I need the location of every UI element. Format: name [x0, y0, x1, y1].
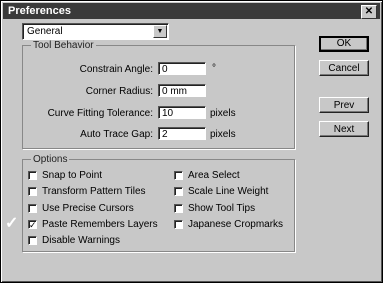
transform-pattern-tiles-label: Transform Pattern Tiles: [42, 186, 146, 197]
curve-fitting-field[interactable]: 10: [158, 106, 206, 119]
use-precise-cursors-label: Use Precise Cursors: [42, 203, 134, 214]
next-button[interactable]: Next: [319, 121, 369, 137]
scale-line-weight-option[interactable]: Scale Line Weight: [174, 186, 268, 197]
transform-pattern-tiles-option[interactable]: Transform Pattern Tiles: [28, 186, 146, 197]
area-select-option[interactable]: Area Select: [174, 170, 240, 181]
show-tool-tips-label: Show Tool Tips: [188, 203, 256, 214]
constrain-angle-field[interactable]: 0: [158, 62, 206, 75]
snap-to-point-checkbox[interactable]: [28, 171, 37, 180]
area-select-checkbox[interactable]: [174, 171, 183, 180]
auto-trace-gap-unit: pixels: [210, 129, 236, 140]
tool-behavior-legend: Tool Behavior: [33, 40, 94, 51]
show-tool-tips-checkbox[interactable]: [174, 204, 183, 213]
japanese-cropmarks-option[interactable]: Japanese Cropmarks: [174, 219, 283, 230]
close-icon[interactable]: ✕: [361, 5, 377, 19]
checkmark-pointer-icon: ✓: [5, 215, 19, 232]
title-bar[interactable]: Preferences ✕: [3, 3, 380, 19]
paste-remembers-layers-checkbox[interactable]: ✓: [28, 220, 37, 230]
show-tool-tips-option[interactable]: Show Tool Tips: [174, 203, 255, 214]
disable-warnings-label: Disable Warnings: [42, 235, 120, 246]
snap-to-point-option[interactable]: Snap to Point: [28, 170, 102, 181]
disable-warnings-checkbox[interactable]: [28, 236, 37, 245]
auto-trace-gap-field[interactable]: 2: [158, 127, 206, 140]
chevron-down-icon[interactable]: ▼: [153, 25, 167, 38]
corner-radius-label: Corner Radius:: [85, 86, 153, 97]
preferences-dialog: Preferences ✕ General ▼ Tool Behavior Co…: [0, 0, 383, 283]
prev-button[interactable]: Prev: [319, 97, 369, 113]
disable-warnings-option[interactable]: Disable Warnings: [28, 235, 120, 246]
transform-pattern-tiles-checkbox[interactable]: [28, 187, 37, 196]
curve-fitting-label: Curve Fitting Tolerance:: [47, 108, 153, 119]
corner-radius-field[interactable]: 0 mm: [158, 84, 206, 97]
use-precise-cursors-option[interactable]: Use Precise Cursors: [28, 203, 134, 214]
paste-remembers-layers-option[interactable]: ✓ Paste Remembers Layers: [28, 219, 158, 230]
dialog-title: Preferences: [8, 5, 71, 17]
options-legend: Options: [33, 154, 68, 165]
cancel-button[interactable]: Cancel: [319, 60, 369, 76]
japanese-cropmarks-checkbox[interactable]: [174, 220, 183, 229]
constrain-angle-unit: °: [212, 63, 216, 74]
scale-line-weight-checkbox[interactable]: [174, 187, 183, 196]
auto-trace-gap-label: Auto Trace Gap:: [80, 129, 153, 140]
japanese-cropmarks-label: Japanese Cropmarks: [188, 219, 284, 230]
curve-fitting-unit: pixels: [210, 108, 236, 119]
snap-to-point-label: Snap to Point: [42, 170, 103, 181]
paste-remembers-layers-label: Paste Remembers Layers: [42, 219, 158, 230]
section-select[interactable]: General ▼: [22, 23, 169, 40]
use-precise-cursors-checkbox[interactable]: [28, 204, 37, 213]
constrain-angle-label: Constrain Angle:: [79, 64, 153, 75]
scale-line-weight-label: Scale Line Weight: [188, 186, 269, 197]
ok-button[interactable]: OK: [319, 36, 369, 52]
area-select-label: Area Select: [188, 170, 240, 181]
section-select-value: General: [27, 26, 63, 37]
